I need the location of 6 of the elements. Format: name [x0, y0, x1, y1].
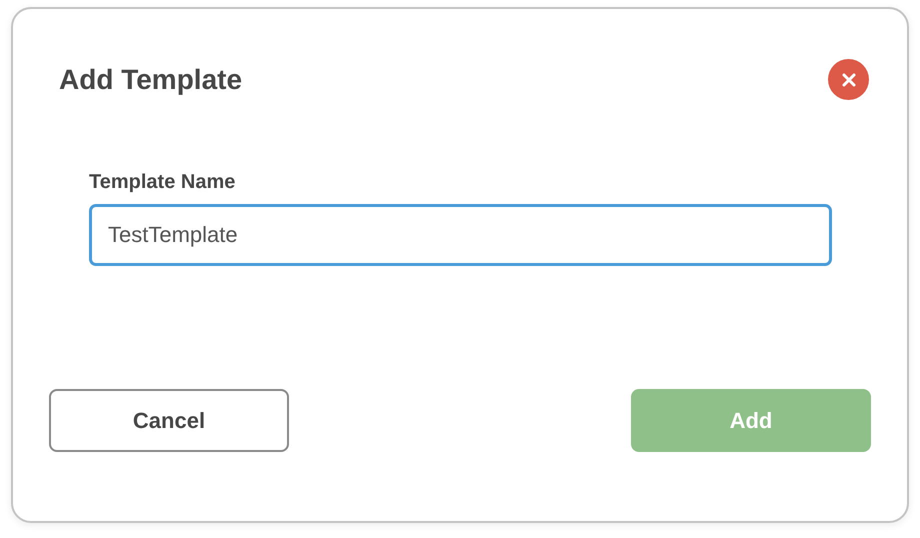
- dialog-title: Add Template: [59, 62, 242, 97]
- close-button[interactable]: [828, 59, 869, 100]
- input-field[interactable]: TestTemplate: [89, 204, 832, 266]
- cancel-button[interactable]: Cancel: [49, 389, 289, 452]
- field-label: Template Name: [89, 170, 236, 195]
- close-icon: [842, 72, 856, 86]
